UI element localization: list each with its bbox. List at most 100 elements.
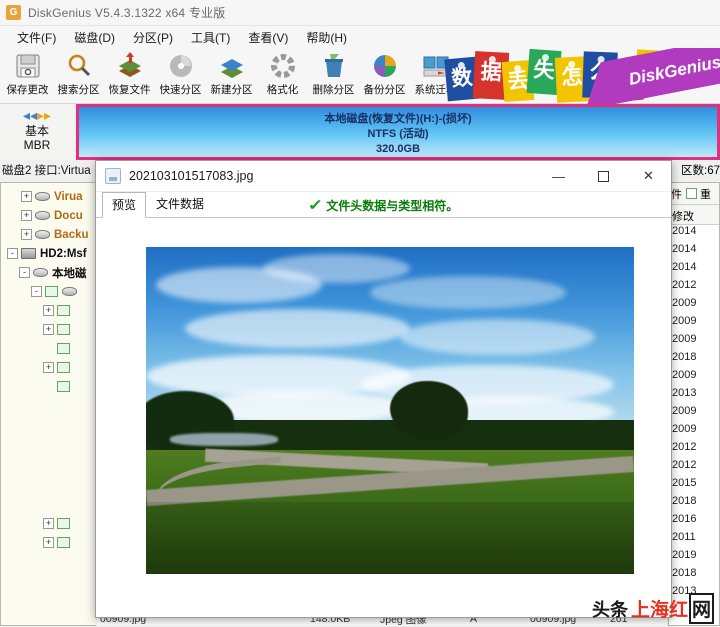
expander-icon[interactable]: + (43, 324, 54, 335)
table-row[interactable]: 2009 (669, 369, 719, 387)
table-row[interactable]: 2009 (669, 423, 719, 441)
menu-help[interactable]: 帮助(H) (297, 27, 356, 48)
promo-banner[interactable]: 数 据 丢 失 怎 么 办 ! DiskGenius (440, 48, 720, 104)
tree-item-folder[interactable] (1, 377, 96, 396)
disk-tree-panel[interactable]: + Virua + Docu + Backu - HD2:Msf - 本地磁 - (0, 182, 96, 626)
tab-file-data[interactable]: 文件数据 (146, 191, 214, 217)
tree-item-label: 本地磁 (52, 267, 87, 280)
tab-preview[interactable]: 预览 (102, 192, 147, 218)
select-all-checkbox[interactable] (686, 188, 697, 199)
file-list-tab-row[interactable]: 件 重 (669, 183, 719, 205)
photo-water (170, 433, 278, 447)
toolbar-backup-partition-button[interactable]: 备份分区 (359, 48, 410, 102)
watermark-boxed: 网 (688, 593, 714, 624)
photo-cloud (399, 318, 595, 355)
tree-item-folder[interactable]: + (1, 301, 96, 320)
menu-file[interactable]: 文件(F) (8, 27, 65, 48)
toolbar-delete-partition-button[interactable]: 删除分区 (308, 48, 359, 102)
expander-icon[interactable]: + (21, 210, 32, 221)
partition-icon (33, 268, 48, 277)
table-row[interactable]: 2009 (669, 315, 719, 333)
folder-icon (57, 324, 70, 335)
tree-item-folder[interactable]: + (1, 514, 96, 533)
toolbar-format-button[interactable]: 格式化 (257, 48, 308, 102)
prev-next-chevrons-icon[interactable]: ◂◂▸▸ (0, 107, 74, 124)
table-row[interactable]: 2018 (669, 351, 719, 369)
toolbar-quick-partition-button[interactable]: 快速分区 (155, 48, 206, 102)
menu-partition[interactable]: 分区(P) (124, 27, 182, 48)
tree-item-folder[interactable]: + (1, 533, 96, 552)
folder-icon (45, 286, 58, 297)
table-row[interactable]: 2016 (669, 513, 719, 531)
table-row[interactable]: 2012 (669, 279, 719, 297)
expander-icon[interactable]: + (43, 305, 54, 316)
toolbar-new-partition-button[interactable]: 新建分区 (206, 48, 257, 102)
new-partition-icon (217, 51, 247, 81)
tree-item-folder[interactable] (1, 339, 96, 358)
maximize-button[interactable] (581, 161, 626, 191)
maximize-icon (598, 170, 609, 182)
minimize-button[interactable]: — (536, 161, 581, 191)
table-row[interactable]: 2013 (669, 387, 719, 405)
column-header-modified[interactable]: 修改 (669, 205, 719, 225)
toolbar-recover-file-button[interactable]: 恢复文件 (104, 48, 155, 102)
tree-item-folder[interactable]: + (1, 320, 96, 339)
watermark-main: 上海红 (630, 600, 688, 621)
table-row[interactable]: 2018 (669, 567, 719, 585)
close-button[interactable]: ✕ (626, 161, 671, 191)
table-row[interactable]: 2012 (669, 441, 719, 459)
table-row[interactable]: 2018 (669, 495, 719, 513)
toolbar-search-partition-button[interactable]: 搜索分区 (53, 48, 104, 102)
photo-shadow (146, 502, 634, 574)
menu-view[interactable]: 查看(V) (239, 27, 297, 48)
table-row[interactable]: 2014 (669, 225, 719, 243)
expander-icon[interactable]: - (7, 248, 18, 259)
tree-item-virtual[interactable]: + Virua (1, 187, 96, 206)
partition-bar[interactable]: 本地磁盘(恢复文件)(H:)-(损坏) NTFS (活动) 320.0GB (76, 104, 720, 160)
app-title: DiskGenius V5.4.3.1322 x64 专业版 (28, 6, 226, 20)
menu-tools[interactable]: 工具(T) (182, 27, 239, 48)
table-row[interactable]: 2019 (669, 549, 719, 567)
tree-item-backup[interactable]: + Backu (1, 225, 96, 244)
status-text: 文件头数据与类型相符。 (326, 198, 459, 213)
menu-disk[interactable]: 磁盘(D) (65, 27, 124, 48)
file-header-status: ✓ 文件头数据与类型相符。 (307, 196, 459, 214)
dialog-filename: 202103101517083.jpg (129, 169, 254, 183)
table-row[interactable]: 2009 (669, 297, 719, 315)
expander-icon[interactable]: + (43, 362, 54, 373)
expander-icon[interactable]: + (21, 191, 32, 202)
table-row[interactable]: 2014 (669, 243, 719, 261)
table-row[interactable]: 2009 (669, 405, 719, 423)
table-row[interactable]: 2015 (669, 477, 719, 495)
expander-icon[interactable]: + (21, 229, 32, 240)
park-landscape-photo (146, 247, 634, 574)
tree-item-root-folder[interactable]: - (1, 282, 96, 301)
tree-item-label: Docu (54, 209, 83, 222)
tree-item-folder[interactable]: + (1, 358, 96, 377)
promo-card-text: 失 (532, 57, 556, 83)
toolbar-search-partition-label: 搜索分区 (57, 84, 100, 96)
watermark-prefix: 头条 (591, 599, 628, 620)
table-row[interactable]: 2011 (669, 531, 719, 549)
tree-item-label: Backu (54, 228, 89, 241)
partition-icon (35, 192, 50, 201)
dialog-tab-bar[interactable]: 预览 文件数据 ✓ 文件头数据与类型相符。 (96, 192, 671, 218)
expander-icon[interactable]: + (43, 537, 54, 548)
table-row[interactable]: 2012 (669, 459, 719, 477)
partition-size: 320.0GB (375, 143, 421, 155)
tree-item-documents[interactable]: + Docu (1, 206, 96, 225)
tree-item-local-disk[interactable]: - 本地磁 (1, 263, 96, 282)
expander-icon[interactable]: - (31, 286, 42, 297)
expander-icon[interactable]: + (43, 518, 54, 529)
disk-type-badge: ◂◂▸▸ 基本 MBR (0, 104, 74, 160)
toolbar-save-changes-button[interactable]: 保存更改 (2, 48, 53, 102)
table-row[interactable]: 2009 (669, 333, 719, 351)
file-list-right-strip[interactable]: 件 重 修改 2014 2014 2014 2012 2009 2009 200… (668, 182, 720, 626)
tree-item-hd2[interactable]: - HD2:Msf (1, 244, 96, 263)
table-row[interactable]: 2014 (669, 261, 719, 279)
dialog-title-bar[interactable]: 202103101517083.jpg — ✕ (96, 161, 671, 192)
toolbar-backup-partition-label: 备份分区 (363, 84, 406, 96)
folder-icon (57, 362, 70, 373)
expander-icon[interactable]: - (19, 267, 30, 278)
file-preview-dialog[interactable]: 202103101517083.jpg — ✕ 预览 文件数据 ✓ 文件头数据与… (95, 160, 672, 618)
